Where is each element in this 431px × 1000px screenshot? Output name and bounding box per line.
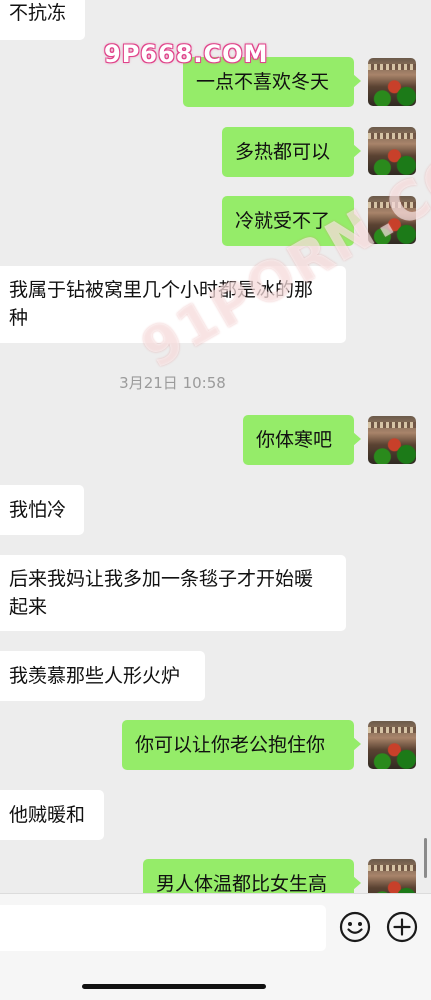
message-bubble-outgoing[interactable]: 多热都可以 [222, 127, 361, 177]
message-bubble-incoming[interactable]: 不抗冻 [0, 0, 85, 40]
message-input[interactable] [0, 905, 326, 951]
emoji-icon [339, 911, 371, 943]
message-text: 我羡慕那些人形火炉 [9, 665, 181, 687]
message-text-line: 后来我妈让我多加一条毯子才开始暖 [9, 568, 314, 590]
chat-area[interactable]: 不抗冻 一点不喜欢冬天 多热都可以 冷就受不了 我属于钻被窝里几个小时都是冰的那… [0, 0, 431, 893]
message-bubble-incoming[interactable]: 他贼暖和 [0, 790, 104, 840]
user-avatar[interactable] [368, 58, 416, 106]
message-text: 他贼暖和 [9, 804, 86, 826]
message-bubble-outgoing[interactable]: 男人体温都比女生高 [143, 859, 361, 893]
plus-button[interactable] [386, 911, 418, 943]
message-text: 多热都可以 [235, 141, 331, 163]
emoji-button[interactable] [339, 911, 371, 943]
user-avatar[interactable] [368, 416, 416, 464]
plus-icon [386, 911, 418, 943]
message-text: 不抗冻 [9, 2, 67, 24]
message-text: 我怕冷 [9, 499, 67, 521]
message-bubble-outgoing[interactable]: 你体寒吧 [243, 415, 361, 465]
scroll-indicator[interactable] [424, 838, 427, 878]
message-text: 一点不喜欢冬天 [196, 71, 330, 93]
message-bubble-incoming[interactable]: 我怕冷 [0, 485, 84, 535]
home-indicator [82, 984, 266, 989]
message-text: 男人体温都比女生高 [156, 873, 328, 893]
message-text: 你体寒吧 [256, 429, 333, 451]
message-text: 你可以让你老公抱住你 [135, 734, 326, 756]
message-bubble-incoming[interactable]: 我羡慕那些人形火炉 [0, 651, 205, 701]
message-text-line: 起来 [9, 596, 48, 618]
message-bubble-outgoing[interactable]: 你可以让你老公抱住你 [122, 720, 361, 770]
message-bubble-incoming[interactable]: 后来我妈让我多加一条毯子才开始暖 起来 [0, 555, 346, 631]
message-timestamp: 3月21日 10:58 [119, 374, 226, 392]
user-avatar[interactable] [368, 859, 416, 893]
user-avatar[interactable] [368, 721, 416, 769]
watermark-text: 9P668.COM [104, 40, 269, 68]
